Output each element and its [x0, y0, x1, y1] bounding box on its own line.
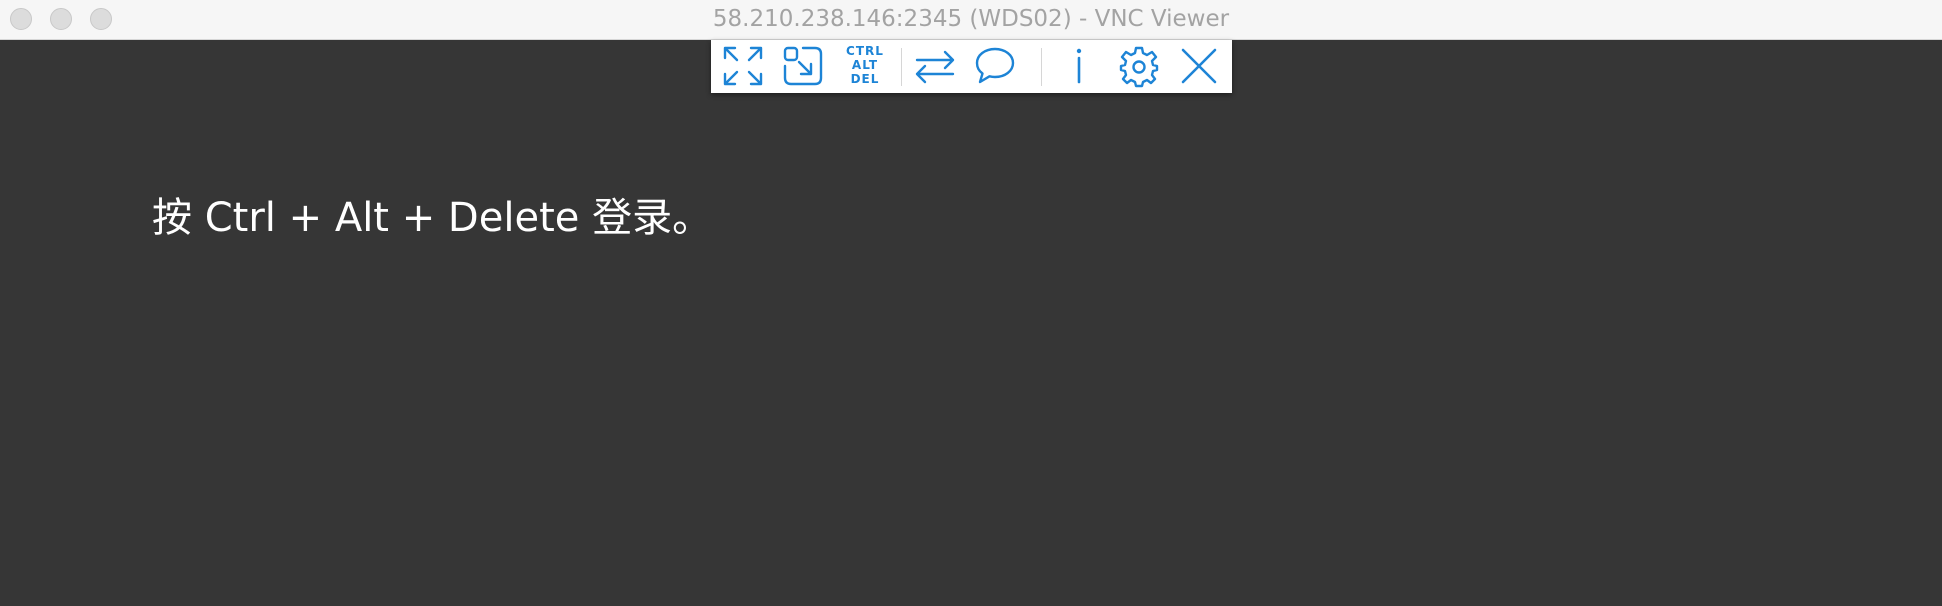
info-button[interactable] [1051, 40, 1107, 93]
chat-icon [975, 47, 1015, 84]
toolbar-divider [1041, 48, 1042, 86]
window-title: 58.210.238.146:2345 (WDS02) - VNC Viewer [712, 6, 1230, 32]
close-connection-button[interactable] [1171, 40, 1227, 93]
login-prompt: 按 Ctrl + Alt + Delete 登录。 [152, 195, 713, 241]
vnc-toolbar: CTRL ALT DEL [711, 40, 1232, 93]
info-icon [1076, 48, 1082, 84]
settings-icon [1119, 46, 1159, 88]
toolbar-divider [901, 48, 902, 86]
scale-icon [783, 46, 823, 86]
ctrl-alt-del-icon: CTRL ALT DEL [846, 44, 884, 86]
file-transfer-button[interactable] [907, 40, 963, 93]
remote-desktop-view[interactable]: 按 Ctrl + Alt + Delete 登录。 [0, 40, 1942, 606]
title-bar: 58.210.238.146:2345 (WDS02) - VNC Viewer [0, 0, 1942, 40]
transfer-icon [915, 50, 955, 84]
ctrl-alt-del-button[interactable]: CTRL ALT DEL [835, 40, 891, 93]
chat-button[interactable] [967, 40, 1023, 93]
scale-button[interactable] [775, 40, 831, 93]
fullscreen-icon [723, 46, 763, 86]
fullscreen-button[interactable] [715, 40, 771, 93]
close-icon [1181, 48, 1217, 84]
settings-button[interactable] [1111, 40, 1167, 93]
